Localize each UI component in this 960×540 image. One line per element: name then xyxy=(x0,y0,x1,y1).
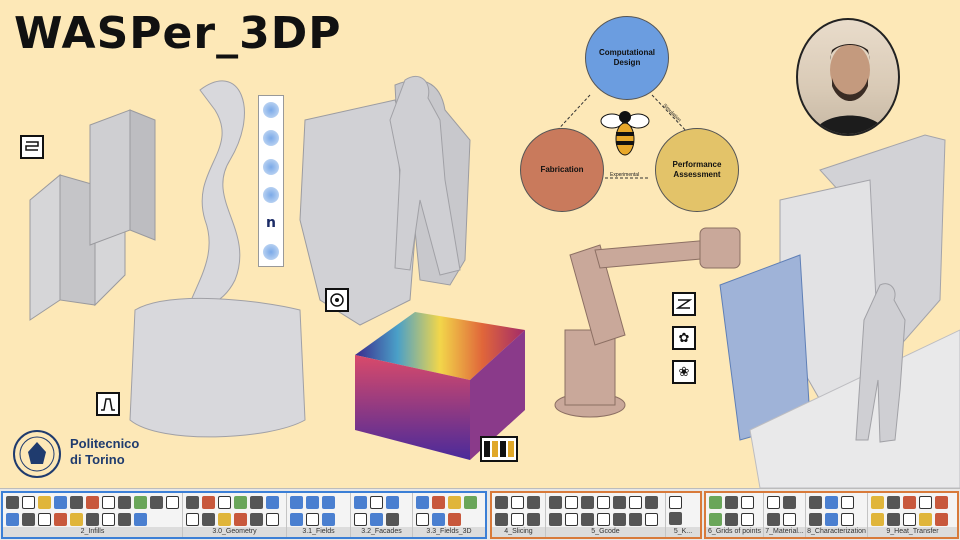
field-gradient-icon xyxy=(263,243,279,260)
tab-facades[interactable]: 3.2_Facades xyxy=(351,527,412,537)
tab-heat-transfer[interactable]: 9_Heat_Transfer xyxy=(868,527,957,537)
color-bars-icon xyxy=(480,436,518,462)
n-label: n xyxy=(266,215,276,232)
plugin-toolbar: 2_Infills 3.0_Geometry 3.1_Fields 3.2_Fa… xyxy=(0,488,960,540)
logo-name-line1: Politecnico xyxy=(70,436,140,451)
flower-icon: ❀ xyxy=(672,360,696,384)
tab-k[interactable]: 5_K... xyxy=(666,527,700,537)
avatar xyxy=(796,18,900,136)
robot-arm-render xyxy=(554,227,741,418)
toolbar-section-facades[interactable]: 3.2_Facades xyxy=(351,493,413,537)
toolbar-section-fields[interactable]: 3.1_Fields xyxy=(287,493,351,537)
toolbar-group-fabrication: 4_Slicing 5_Gcode 5_K... xyxy=(490,491,702,539)
fabrication-node: Fabrication xyxy=(520,128,604,212)
toolbar-section-grids[interactable]: 6_Grids of points xyxy=(706,493,764,537)
university-seal-icon xyxy=(13,430,61,478)
serpentine-infill-icon xyxy=(20,135,44,159)
field-icon-strip: n xyxy=(258,95,284,267)
experimental-edge-label: Experimental xyxy=(610,172,640,178)
tab-gcode[interactable]: 5_Gcode xyxy=(546,527,665,537)
trapezoid-profile-icon xyxy=(96,392,120,416)
university-logo: Politecnico di Torino xyxy=(10,428,150,480)
tab-fields-3d[interactable]: 3.3_Fields_3D xyxy=(413,527,485,537)
bee-icon xyxy=(600,111,650,156)
tab-fields[interactable]: 3.1_Fields xyxy=(287,527,350,537)
computational-design-node: Computational Design xyxy=(585,16,669,100)
simulation-edge-label: Simulation xyxy=(661,102,683,124)
toolbar-section-fields-3d[interactable]: 3.3_Fields_3D xyxy=(413,493,485,537)
tab-grids-of-points[interactable]: 6_Grids of points xyxy=(706,527,763,537)
tab-infills[interactable]: 2_Infills xyxy=(3,527,182,537)
tab-material[interactable]: 7_Material... xyxy=(764,527,805,537)
toolbar-section-characterization[interactable]: 8_Characterization xyxy=(806,493,868,537)
toolbar-section-infills[interactable]: 2_Infills xyxy=(3,493,183,537)
tab-geometry[interactable]: 3.0_Geometry xyxy=(183,527,286,537)
zigzag-arrow-icon xyxy=(672,292,696,316)
cluster-icon xyxy=(325,288,349,312)
field-gradient-icon xyxy=(263,130,279,147)
toolbar-group-primary: 2_Infills 3.0_Geometry 3.1_Fields 3.2_Fa… xyxy=(1,491,487,539)
performance-assessment-node: Performance Assessment xyxy=(655,128,739,212)
toolbar-section-slicing[interactable]: 4_Slicing xyxy=(492,493,546,537)
toolbar-section-material[interactable]: 7_Material... xyxy=(764,493,806,537)
toolbar-section-geometry[interactable]: 3.0_Geometry xyxy=(183,493,287,537)
tab-slicing[interactable]: 4_Slicing xyxy=(492,527,545,537)
toolbar-section-gcode[interactable]: 5_Gcode xyxy=(546,493,666,537)
gear-cluster-icon: ✿ xyxy=(672,326,696,350)
field-gradient-icon xyxy=(263,187,279,204)
corrugated-wall-render xyxy=(29,109,156,321)
toolbar-group-analysis: 6_Grids of points 7_Material... 8_Charac… xyxy=(704,491,959,539)
design-loop-diagram: Computational Design Fabrication Perform… xyxy=(510,0,760,220)
logo-name-line2: di Torino xyxy=(70,452,125,468)
toolbar-section-heat-transfer[interactable]: 9_Heat_Transfer xyxy=(868,493,957,537)
tab-characterization[interactable]: 8_Characterization xyxy=(806,527,867,537)
field-gradient-icon xyxy=(263,158,279,175)
toolbar-section-k[interactable]: 5_K... xyxy=(666,493,700,537)
field-gradient-icon xyxy=(263,102,279,119)
